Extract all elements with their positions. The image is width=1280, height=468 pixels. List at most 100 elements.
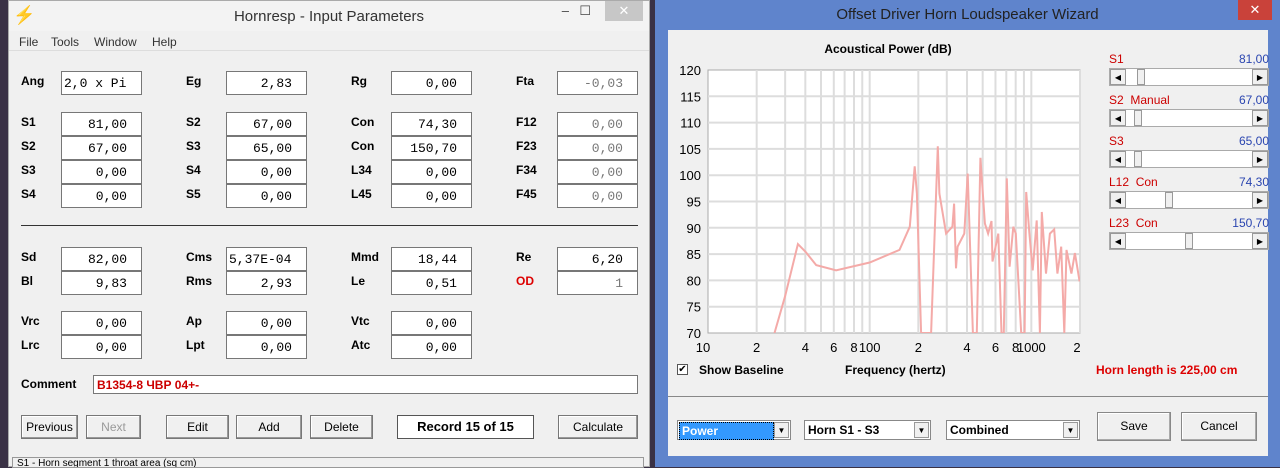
slider-thumb[interactable] bbox=[1185, 233, 1193, 249]
slider-label: L12 Con 74,30 bbox=[1109, 175, 1269, 189]
x-tick-label: 8 bbox=[850, 340, 857, 355]
wizard-window: Offset Driver Horn Loudspeaker Wizard ✕ … bbox=[655, 0, 1280, 467]
param-input-s2[interactable]: 67,00 bbox=[226, 112, 307, 136]
slider-thumb[interactable] bbox=[1164, 192, 1173, 208]
arrow-right-icon[interactable]: ▶ bbox=[1252, 192, 1268, 208]
slider-label: S2 Manual 67,00 bbox=[1109, 93, 1269, 107]
mode-dropdown[interactable]: Combined ▼ bbox=[946, 420, 1080, 440]
arrow-right-icon[interactable]: ▶ bbox=[1252, 69, 1268, 85]
cancel-button[interactable]: Cancel bbox=[1181, 412, 1257, 441]
param-label: S4 bbox=[21, 187, 36, 201]
param-input-atc[interactable]: 0,00 bbox=[391, 335, 472, 359]
arrow-left-icon[interactable]: ◀ bbox=[1110, 233, 1126, 249]
add-button[interactable]: Add bbox=[236, 415, 302, 439]
minimize-button[interactable]: ‒ bbox=[562, 3, 569, 18]
comment-input[interactable]: B1354-8 ЧВР 04+- bbox=[93, 375, 638, 394]
param-input-vtc[interactable]: 0,00 bbox=[391, 311, 472, 335]
x-tick-label: 6 bbox=[830, 340, 837, 355]
next-button[interactable]: Next bbox=[86, 415, 141, 439]
param-label: Bl bbox=[21, 274, 33, 288]
param-label: S3 bbox=[21, 163, 36, 177]
param-label: Ap bbox=[186, 314, 202, 328]
param-input-con[interactable]: 150,70 bbox=[391, 136, 472, 160]
menu-file[interactable]: File bbox=[19, 35, 38, 49]
param-input-s4[interactable]: 0,00 bbox=[61, 184, 142, 208]
param-input-mmd[interactable]: 18,44 bbox=[391, 247, 472, 271]
param-input-bl[interactable]: 9,83 bbox=[61, 271, 142, 295]
param-input-od[interactable]: 1 bbox=[557, 271, 638, 295]
add-label: Add bbox=[258, 420, 280, 434]
param-input-re[interactable]: 6,20 bbox=[557, 247, 638, 271]
param-input-lpt[interactable]: 0,00 bbox=[226, 335, 307, 359]
slider-4[interactable]: ◀ ▶ bbox=[1109, 232, 1269, 250]
param-label: Eg bbox=[186, 74, 202, 88]
title-bar: ⚡ Hornresp - Input Parameters ‒ ☐ ✕ bbox=[9, 1, 649, 31]
arrow-right-icon[interactable]: ▶ bbox=[1252, 151, 1268, 167]
y-tick-label: 110 bbox=[680, 116, 701, 131]
param-input-le[interactable]: 0,51 bbox=[391, 271, 472, 295]
slider-2[interactable]: ◀ ▶ bbox=[1109, 150, 1269, 168]
arrow-left-icon[interactable]: ◀ bbox=[1110, 69, 1126, 85]
param-input-rms[interactable]: 2,93 bbox=[226, 271, 307, 295]
arrow-left-icon[interactable]: ◀ bbox=[1110, 151, 1126, 167]
calculate-button[interactable]: Calculate bbox=[558, 415, 638, 439]
param-input-eg[interactable]: 2,83 bbox=[226, 71, 307, 95]
param-label: L45 bbox=[351, 187, 372, 201]
slider-1[interactable]: ◀ ▶ bbox=[1109, 109, 1269, 127]
param-input-s5[interactable]: 0,00 bbox=[226, 184, 307, 208]
param-input-s2[interactable]: 67,00 bbox=[61, 136, 142, 160]
arrow-right-icon[interactable]: ▶ bbox=[1252, 233, 1268, 249]
menu-help[interactable]: Help bbox=[152, 35, 177, 49]
param-input-ap[interactable]: 0,00 bbox=[226, 311, 307, 335]
arrow-right-icon[interactable]: ▶ bbox=[1252, 110, 1268, 126]
delete-button[interactable]: Delete bbox=[310, 415, 373, 439]
horn-dropdown[interactable]: Horn S1 - S3 ▼ bbox=[804, 420, 931, 440]
param-input-con[interactable]: 74,30 bbox=[391, 112, 472, 136]
param-input-f45[interactable]: 0,00 bbox=[557, 184, 638, 208]
horn-selected: Horn S1 - S3 bbox=[808, 423, 880, 437]
menu-tools[interactable]: Tools bbox=[51, 35, 79, 49]
param-input-l45[interactable]: 0,00 bbox=[391, 184, 472, 208]
close-button[interactable]: ✕ bbox=[605, 1, 643, 21]
previous-button[interactable]: Previous bbox=[21, 415, 78, 439]
param-input-ang[interactable]: 2,0 x Pi bbox=[61, 71, 142, 95]
slider-thumb[interactable] bbox=[1134, 110, 1143, 126]
param-input-s3[interactable]: 65,00 bbox=[226, 136, 307, 160]
slider-thumb[interactable] bbox=[1134, 151, 1143, 167]
param-label: Vtc bbox=[351, 314, 370, 328]
param-input-f12[interactable]: 0,00 bbox=[557, 112, 638, 136]
param-input-f34[interactable]: 0,00 bbox=[557, 160, 638, 184]
edit-button[interactable]: Edit bbox=[166, 415, 229, 439]
show-baseline-checkbox[interactable]: ✔ bbox=[677, 364, 688, 375]
param-input-lrc[interactable]: 0,00 bbox=[61, 335, 142, 359]
param-label: Re bbox=[516, 250, 532, 264]
param-input-s1[interactable]: 81,00 bbox=[61, 112, 142, 136]
param-label: Fta bbox=[516, 74, 534, 88]
slider-label: L23 Con 150,70 bbox=[1109, 216, 1269, 230]
arrow-left-icon[interactable]: ◀ bbox=[1110, 110, 1126, 126]
slider-name: S2 Manual bbox=[1109, 93, 1170, 107]
param-input-f23[interactable]: 0,00 bbox=[557, 136, 638, 160]
param-input-fta[interactable]: -0,03 bbox=[557, 71, 638, 95]
slider-0[interactable]: ◀ ▶ bbox=[1109, 68, 1269, 86]
param-input-sd[interactable]: 82,00 bbox=[61, 247, 142, 271]
param-input-l34[interactable]: 0,00 bbox=[391, 160, 472, 184]
param-input-s4[interactable]: 0,00 bbox=[226, 160, 307, 184]
param-label: Sd bbox=[21, 250, 37, 264]
arrow-left-icon[interactable]: ◀ bbox=[1110, 192, 1126, 208]
save-button[interactable]: Save bbox=[1097, 412, 1171, 441]
y-tick-label: 80 bbox=[687, 273, 701, 288]
slider-thumb[interactable] bbox=[1136, 69, 1145, 85]
wizard-close-button[interactable]: ✕ bbox=[1238, 0, 1272, 20]
param-label: Ang bbox=[21, 74, 45, 88]
menu-window[interactable]: Window bbox=[94, 35, 137, 49]
maximize-button[interactable]: ☐ bbox=[579, 3, 591, 19]
type-dropdown[interactable]: Power ▼ bbox=[677, 420, 791, 440]
slider-3[interactable]: ◀ ▶ bbox=[1109, 191, 1269, 209]
param-label: F23 bbox=[516, 139, 537, 153]
slider-label: S1 81,00 bbox=[1109, 52, 1269, 66]
param-input-cms[interactable]: 5,37E-04 bbox=[226, 247, 307, 271]
param-input-vrc[interactable]: 0,00 bbox=[61, 311, 142, 335]
param-input-s3[interactable]: 0,00 bbox=[61, 160, 142, 184]
param-input-rg[interactable]: 0,00 bbox=[391, 71, 472, 95]
